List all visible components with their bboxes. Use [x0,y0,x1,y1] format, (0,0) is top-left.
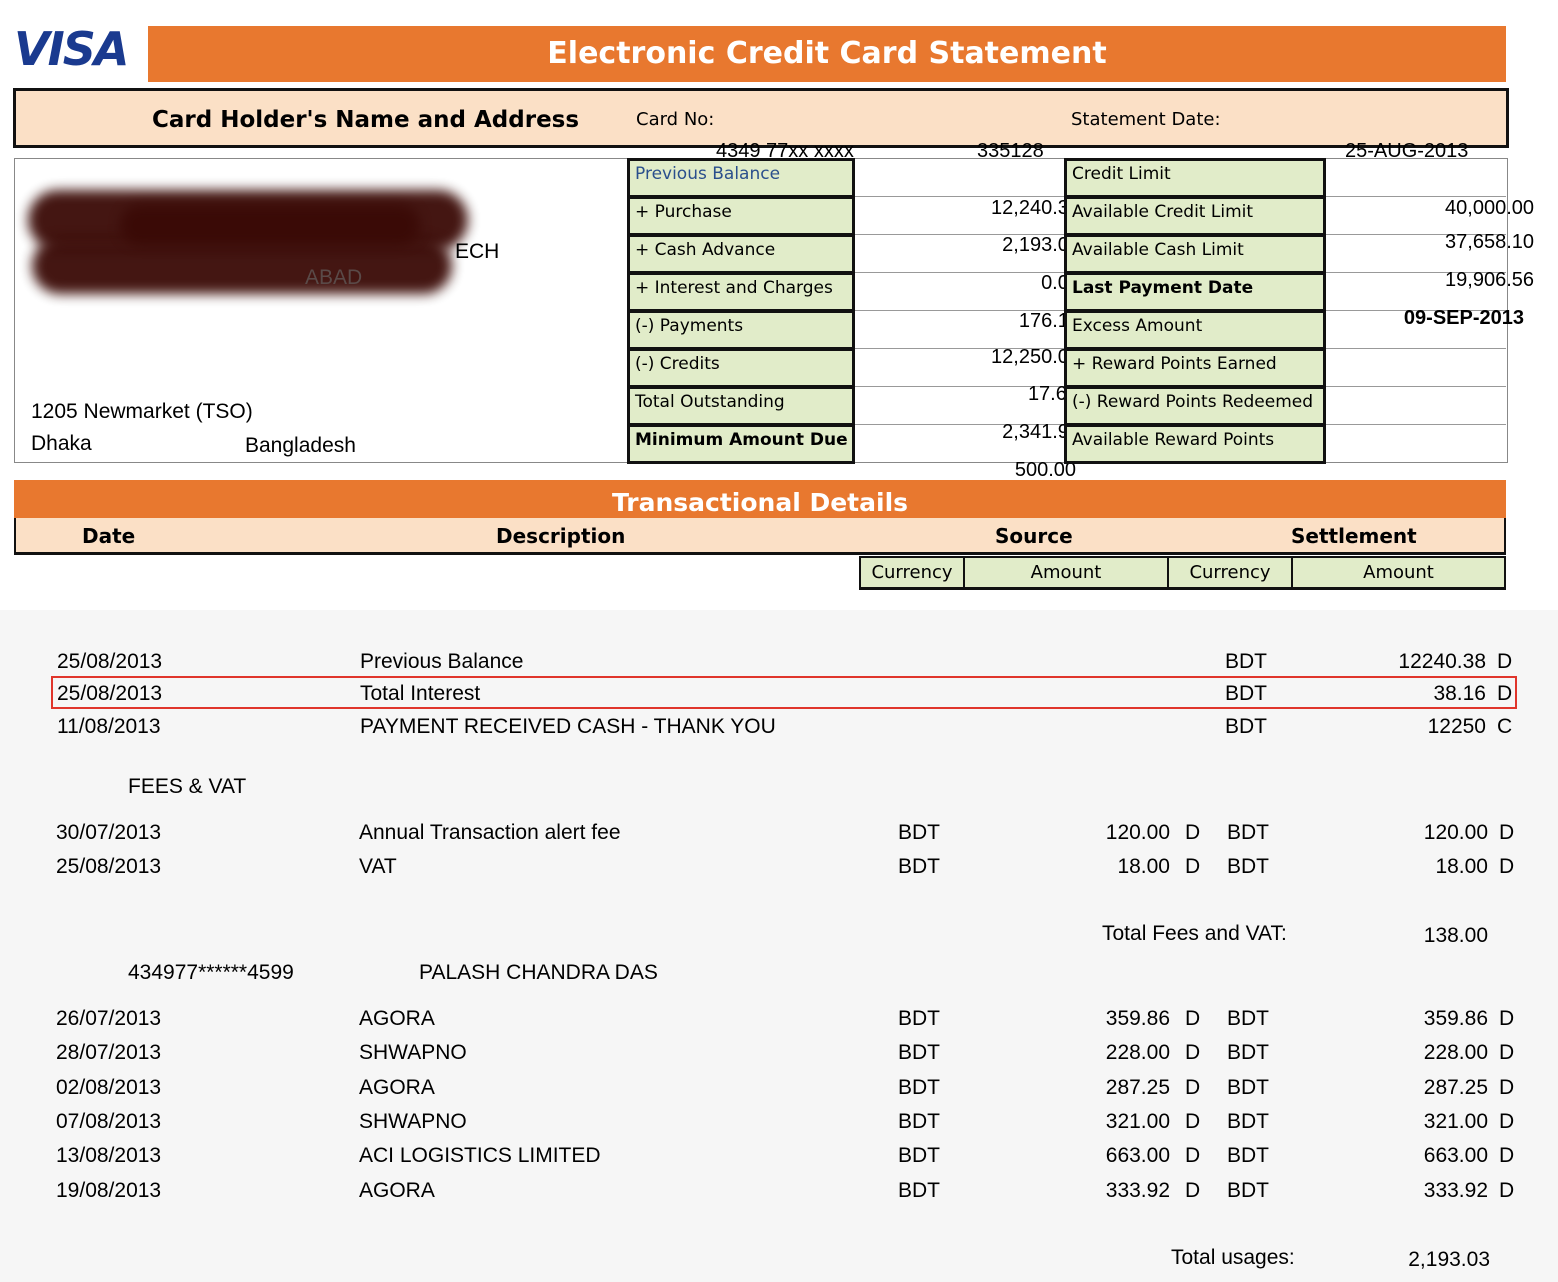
summary-label-reward-redeemed: (-) Reward Points Redeemed [1064,386,1326,426]
table-row: 19/08/2013 AGORA BDT 333.92 D BDT 333.92… [56,1179,1515,1202]
fees-heading: FEES & VAT [128,775,247,798]
statement-header-bar: Card Holder's Name and Address Card No: … [13,88,1509,148]
transactional-details-title: Transactional Details [14,480,1506,518]
col-date: Date [82,524,136,548]
summary-label-minimum-due: Minimum Amount Due [627,424,855,464]
col-source-amount: Amount [963,556,1169,590]
fees-total-label: Total Fees and VAT: [1102,922,1287,945]
statement-date-label: Statement Date: [1071,109,1221,130]
summary-label-interest: + Interest and Charges [627,272,855,312]
summary-value-available-credit: 37,658.10 [1445,231,1534,253]
table-row: 26/07/2013 AGORA BDT 359.86 D BDT 359.86… [56,1007,1515,1030]
total-usages-value: 2,193.03 [1408,1248,1490,1271]
summary-label-available-rewards: Available Reward Points [1064,424,1326,464]
summary-label-credits: (-) Credits [627,348,855,388]
summary-value-cash-advance: 0.00 [1041,272,1080,294]
address-country: Bangladesh [245,434,356,457]
summary-label-credit-limit: Credit Limit [1064,158,1326,198]
statement-title: Electronic Credit Card Statement [148,26,1506,82]
table-row: 30/07/2013 Annual Transaction alert fee … [56,821,1515,844]
fees-total-value: 138.00 [1423,924,1488,947]
table-row: 25/08/2013 Previous Balance BDT 12240.38… [57,650,1513,673]
col-settlement-amount: Amount [1291,556,1506,590]
card-holder-name: PALASH CHANDRA DAS [419,961,658,984]
summary-value-last-payment-date: 09-SEP-2013 [1403,307,1524,329]
address-line-3: 1205 Newmarket (TSO) [31,400,253,423]
visa-logo: VISA [14,22,129,76]
summary-value-available-cash: 19,906.56 [1445,269,1534,291]
summary-label-purchase: + Purchase [627,196,855,236]
summary-value-total-outstanding: 2,341.90 [1002,421,1080,443]
summary-label-reward-earned: + Reward Points Earned [1064,348,1326,388]
col-source: Source [995,524,1073,548]
total-usages-label: Total usages: [1171,1246,1295,1269]
summary-label-excess-amount: Excess Amount [1064,310,1326,350]
summary-label-previous-balance: Previous Balance [627,158,855,198]
summary-label-payments: (-) Payments [627,310,855,350]
summary-value-payments: 12,250.00 [991,346,1080,368]
table-row: 25/08/2013 VAT BDT 18.00 D BDT 18.00 D [56,855,1515,878]
card-masked-number: 434977******4599 [128,961,294,984]
col-settlement: Settlement [1291,524,1417,548]
summary-label-last-payment-date: Last Payment Date [1064,272,1326,312]
summary-value-previous-balance: 12,240.38 [991,197,1080,219]
summary-label-available-cash: Available Cash Limit [1064,234,1326,274]
address-line-1: ECH [455,240,500,263]
name-address-label: Card Holder's Name and Address [152,107,580,133]
table-row: 07/08/2013 SHWAPNO BDT 321.00 D BDT 321.… [56,1110,1515,1133]
col-settlement-currency: Currency [1167,556,1293,590]
summary-label-available-credit: Available Credit Limit [1064,196,1326,236]
summary-value-interest: 176.16 [1018,310,1080,332]
transactions-column-header: Date Description Source Settlement [14,518,1506,555]
table-row-total-interest: 25/08/2013 Total Interest BDT 38.16 D [57,682,1513,705]
summary-value-minimum-due: 500.00 [1014,459,1076,481]
summary-value-credits: 17.67 [1027,383,1078,405]
table-row: 02/08/2013 AGORA BDT 287.25 D BDT 287.25… [56,1076,1515,1099]
summary-value-credit-limit: 40,000.00 [1445,197,1534,219]
summary-value-purchase: 2,193.03 [1002,234,1080,256]
col-description: Description [496,524,626,548]
table-row: 11/08/2013 PAYMENT RECEIVED CASH - THANK… [57,715,1513,738]
summary-label-cash-advance: + Cash Advance [627,234,855,274]
table-row: 13/08/2013 ACI LOGISTICS LIMITED BDT 663… [56,1144,1515,1167]
card-no-label: Card No: [636,109,715,130]
address-line-2: ABAD [305,266,363,289]
summary-label-total-outstanding: Total Outstanding [627,386,855,426]
table-row: 28/07/2013 SHWAPNO BDT 228.00 D BDT 228.… [56,1041,1515,1064]
col-source-currency: Currency [859,556,965,590]
address-city: Dhaka [31,432,92,455]
